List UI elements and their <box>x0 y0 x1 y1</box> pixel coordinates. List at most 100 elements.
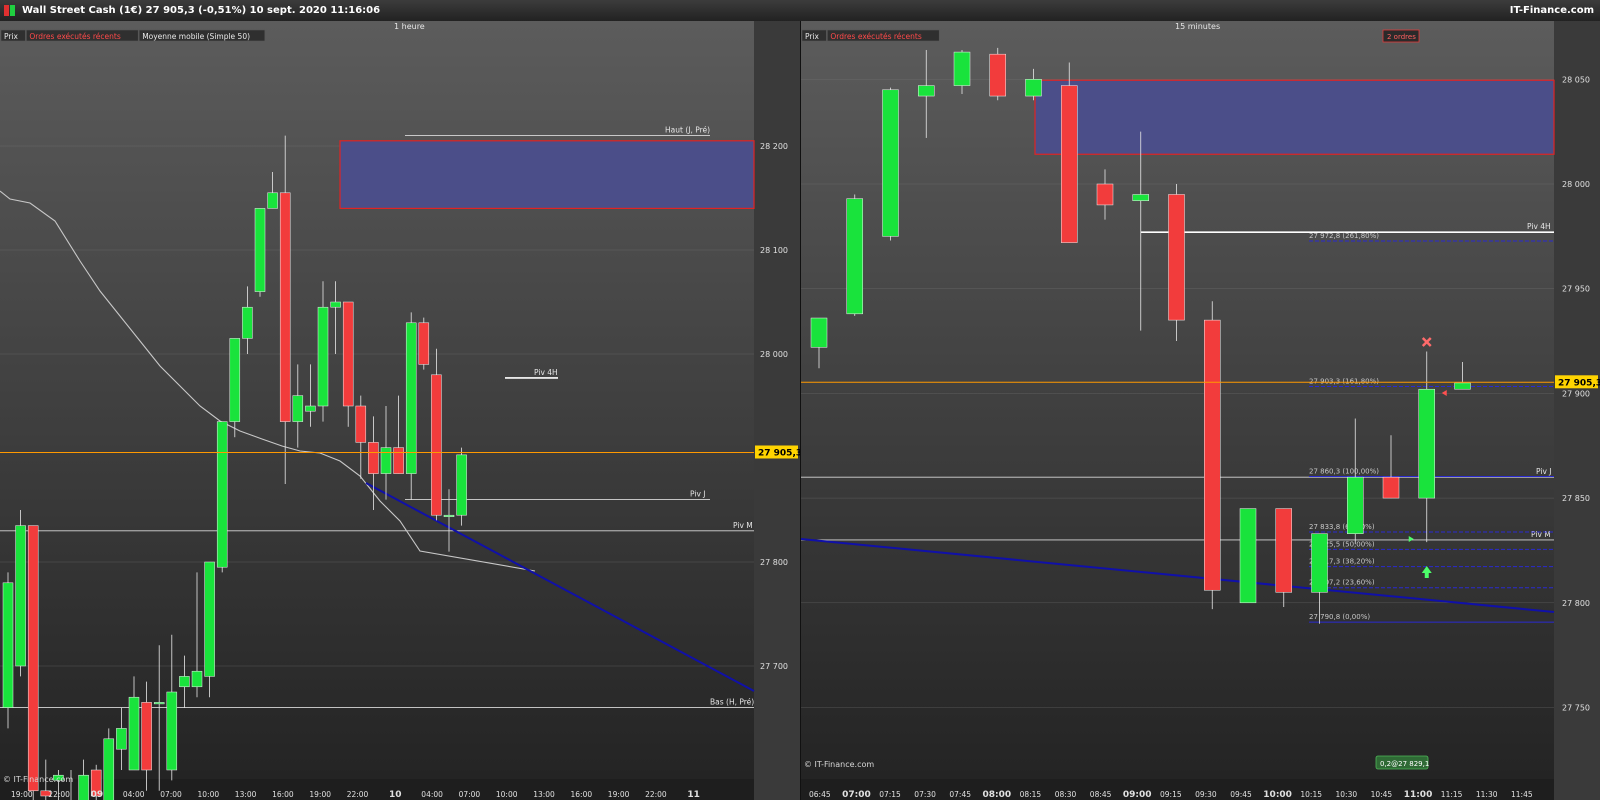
candle-body[interactable] <box>141 702 152 771</box>
candle-body[interactable] <box>882 89 899 237</box>
time-tick-label: 08:30 <box>1055 790 1077 799</box>
time-tick-label: 09 <box>91 790 104 800</box>
candle-body[interactable] <box>380 447 392 474</box>
candle-body[interactable] <box>846 198 863 315</box>
candle-body[interactable] <box>1025 79 1042 97</box>
candle-body[interactable] <box>27 525 39 792</box>
time-tick-label: 07:15 <box>879 790 901 799</box>
candle-body[interactable] <box>953 51 971 86</box>
candle-body[interactable] <box>456 454 467 516</box>
candle-body[interactable] <box>279 192 291 422</box>
candle-body[interactable] <box>166 691 178 771</box>
candle-body[interactable] <box>179 676 190 688</box>
price-tick-label: 28 000 <box>1562 180 1590 189</box>
time-tick-label: 06:45 <box>809 790 831 799</box>
level-label: Piv 4H <box>1527 222 1551 231</box>
candle-body[interactable] <box>292 395 304 422</box>
candle-body[interactable] <box>128 696 140 771</box>
time-tick-label: 22:00 <box>347 790 369 799</box>
supply-zone <box>1034 79 1555 155</box>
candle-body[interactable] <box>989 53 1006 97</box>
plot-background <box>0 21 754 779</box>
time-tick-label: 11:30 <box>1476 790 1498 799</box>
time-tick-label: 07:00 <box>459 790 481 799</box>
candle-body[interactable] <box>1132 194 1149 202</box>
level-label: Piv 4H <box>534 368 558 377</box>
time-tick-label: 07:00 <box>160 790 182 799</box>
fib-label: 27 972,8 (261,80%) <box>1309 232 1379 240</box>
candle-body[interactable] <box>1382 476 1400 499</box>
candle-body[interactable] <box>254 208 266 292</box>
time-tick-label: 10:00 <box>198 790 220 799</box>
candle-body[interactable] <box>116 728 127 750</box>
candle-body[interactable] <box>317 306 329 407</box>
candle-body[interactable] <box>1168 194 1185 321</box>
candle-body[interactable] <box>918 85 935 97</box>
candle-body[interactable] <box>431 374 442 516</box>
current-price-label: 27 905,3 <box>758 448 800 458</box>
price-tick-label: 27 950 <box>1562 285 1590 294</box>
timeframe-label: 1 heure <box>394 22 425 31</box>
level-label: Bas (H, Pré) <box>710 698 754 707</box>
orders-badge-label: 2 ordres <box>1387 33 1416 41</box>
candle-body[interactable] <box>443 514 455 517</box>
candle-body[interactable] <box>229 338 241 422</box>
fib-label: 27 903,3 (161,80%) <box>1309 377 1379 385</box>
candle-body[interactable] <box>810 317 828 348</box>
chart-panel-15m[interactable]: Piv 4H Piv J Piv M 27 972,8 (261,80%) 27 90… <box>801 21 1600 800</box>
time-tick-label: 19:00 <box>11 790 33 799</box>
time-tick-label: 09:45 <box>1230 790 1252 799</box>
candle-body[interactable] <box>342 301 354 407</box>
candle-body[interactable] <box>1454 382 1471 390</box>
candle-body[interactable] <box>355 405 367 443</box>
candle-body[interactable] <box>78 774 89 800</box>
tab-label: Prix <box>805 32 820 41</box>
price-tick-label: 28 100 <box>760 246 788 255</box>
candle-body[interactable] <box>15 525 26 667</box>
candle-body[interactable] <box>2 582 14 708</box>
candle-body[interactable] <box>330 301 341 308</box>
candle-body[interactable] <box>103 738 115 800</box>
candle-body[interactable] <box>1096 183 1114 206</box>
candle-body[interactable] <box>1275 508 1292 593</box>
candle-body[interactable] <box>267 192 278 209</box>
price-axis <box>1554 21 1600 800</box>
time-tick-label: 11 <box>687 790 700 800</box>
candle-body[interactable] <box>1204 319 1221 591</box>
candle-body[interactable] <box>393 447 404 474</box>
time-tick-label: 11:15 <box>1441 790 1463 799</box>
level-label: Piv J <box>1536 467 1551 476</box>
brand-label[interactable]: IT-Finance.com <box>1510 5 1594 16</box>
time-tick-label: 22:00 <box>645 790 667 799</box>
price-tick-label: 27 900 <box>1562 389 1590 398</box>
level-label: Haut (J, Pré) <box>665 126 710 135</box>
price-tick-label: 27 700 <box>760 662 788 671</box>
candle-body[interactable] <box>1311 533 1328 593</box>
candle-body[interactable] <box>368 442 379 474</box>
price-tick-label: 28 200 <box>760 142 788 151</box>
chart-15m-canvas[interactable]: Piv 4H Piv J Piv M 27 972,8 (261,80%) 27 90… <box>801 21 1600 800</box>
price-tick-label: 28 050 <box>1562 75 1590 84</box>
time-tick-label: 10:15 <box>1300 790 1322 799</box>
candle-body[interactable] <box>242 306 253 339</box>
candle-body[interactable] <box>153 702 165 705</box>
candle-body[interactable] <box>204 561 215 677</box>
candle-body[interactable] <box>405 322 417 474</box>
price-tick-label: 28 000 <box>760 350 788 359</box>
time-tick-label: 09:15 <box>1160 790 1182 799</box>
candle-body[interactable] <box>305 405 316 412</box>
candle-body[interactable] <box>1418 388 1435 499</box>
tab-label: Ordres exécutés récents <box>830 32 921 41</box>
candle-body[interactable] <box>1061 85 1078 243</box>
tab-label: Ordres exécutés récents <box>29 32 120 41</box>
candle-body[interactable] <box>1239 508 1257 604</box>
candle-body[interactable] <box>191 670 203 688</box>
chart-panel-1h[interactable]: Haut (J, Pré) Piv 4H Piv J Piv M Bas (H, Pré… <box>0 21 800 800</box>
chart-1h-canvas[interactable]: Haut (J, Pré) Piv 4H Piv J Piv M Bas (H, Pré… <box>0 21 800 800</box>
time-tick-label: 11:00 <box>1404 790 1433 800</box>
candle-body[interactable] <box>216 421 228 568</box>
level-label: Piv M <box>733 521 753 530</box>
tab-label: Moyenne mobile (Simple 50) <box>142 32 250 41</box>
candle-body[interactable] <box>418 322 430 365</box>
candle-body[interactable] <box>1347 476 1364 534</box>
